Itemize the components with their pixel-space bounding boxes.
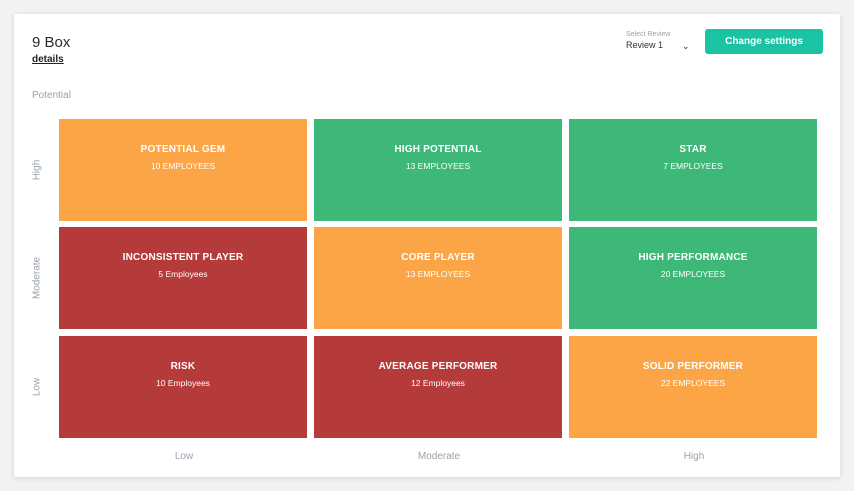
- box-title: HIGH POTENTIAL: [394, 144, 482, 155]
- box-high-performance[interactable]: HIGH PERFORMANCE 20 EMPLOYEES: [569, 227, 817, 329]
- box-average-performer[interactable]: AVERAGE PERFORMER 12 Employees: [314, 336, 562, 438]
- box-title: SOLID PERFORMER: [642, 361, 744, 372]
- box-count: 22 EMPLOYEES: [660, 378, 726, 388]
- page-title: 9 Box: [32, 34, 71, 51]
- y-label-high: High: [31, 159, 43, 181]
- x-label-low: Low: [174, 451, 194, 462]
- box-title: AVERAGE PERFORMER: [378, 361, 498, 372]
- box-count: 13 EMPLOYEES: [405, 269, 471, 279]
- box-title: INCONSISTENT PLAYER: [122, 252, 244, 263]
- box-core-player[interactable]: CORE PLAYER 13 EMPLOYEES: [314, 227, 562, 329]
- box-count: 7 EMPLOYEES: [663, 161, 723, 171]
- box-title: CORE PLAYER: [401, 252, 475, 263]
- box-high-potential[interactable]: HIGH POTENTIAL 13 EMPLOYEES: [314, 119, 562, 221]
- box-title: RISK: [170, 361, 196, 372]
- chevron-down-icon: ⌄: [682, 41, 690, 51]
- y-axis-title: Potential: [32, 90, 71, 101]
- y-label-low: Low: [31, 377, 43, 397]
- box-potential-gem[interactable]: POTENTIAL GEM 10 EMPLOYEES: [59, 119, 307, 221]
- change-settings-button[interactable]: Change settings: [705, 29, 823, 54]
- box-count: 20 EMPLOYEES: [660, 269, 726, 279]
- box-count: 10 EMPLOYEES: [150, 161, 216, 171]
- nine-box-card: 9 Box details Select Review Review 1 ⌄ C…: [14, 14, 840, 477]
- box-count: 10 Employees: [156, 378, 210, 388]
- x-label-moderate: Moderate: [417, 451, 461, 462]
- review-select[interactable]: Select Review Review 1 ⌄: [626, 30, 690, 52]
- box-title: POTENTIAL GEM: [140, 144, 226, 155]
- x-label-high: High: [683, 451, 705, 462]
- details-link[interactable]: details: [32, 54, 64, 65]
- review-select-value: Review 1: [626, 40, 664, 50]
- review-select-caption: Select Review: [626, 31, 671, 38]
- box-inconsistent-player[interactable]: INCONSISTENT PLAYER 5 Employees: [59, 227, 307, 329]
- box-title: STAR: [679, 144, 707, 155]
- box-star[interactable]: STAR 7 EMPLOYEES: [569, 119, 817, 221]
- box-count: 13 EMPLOYEES: [405, 161, 471, 171]
- box-solid-performer[interactable]: SOLID PERFORMER 22 EMPLOYEES: [569, 336, 817, 438]
- box-count: 5 Employees: [158, 269, 208, 279]
- box-count: 12 Employees: [411, 378, 465, 388]
- y-label-moderate: Moderate: [31, 256, 43, 300]
- box-title: HIGH PERFORMANCE: [638, 252, 748, 263]
- box-risk[interactable]: RISK 10 Employees: [59, 336, 307, 438]
